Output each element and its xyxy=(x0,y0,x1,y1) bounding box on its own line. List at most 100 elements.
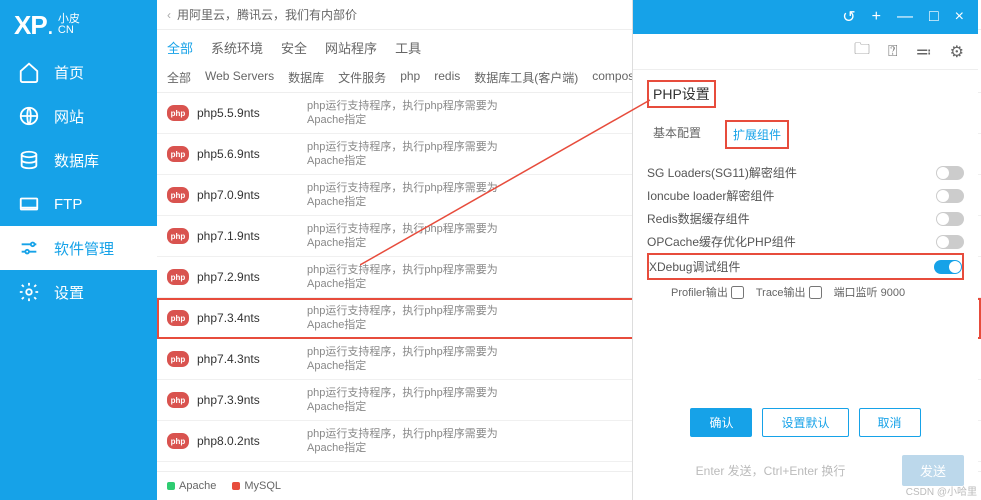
plus-icon[interactable]: + xyxy=(872,8,881,26)
cancel-button[interactable]: 取消 xyxy=(859,408,921,437)
category-tab[interactable]: 系统环境 xyxy=(211,38,263,63)
nav-item-gear[interactable]: 设置 xyxy=(0,270,157,314)
trace-checkbox[interactable]: Trace输出 xyxy=(756,284,822,300)
folder-icon[interactable]: 🗀 xyxy=(854,38,870,65)
software-name: php8.0.2nts xyxy=(197,434,307,448)
xdebug-options: Profiler输出 Trace输出 端口监听 9000 xyxy=(647,280,964,300)
status-apache: Apache xyxy=(167,480,216,492)
software-name: php7.4.3nts xyxy=(197,352,307,366)
logo-xp: XP xyxy=(14,10,47,41)
extension-item: OPCache缓存优化PHP组件 xyxy=(647,230,964,253)
extension-label: Redis数据缓存组件 xyxy=(647,210,936,227)
gear-icon xyxy=(18,281,40,303)
extension-toggle[interactable] xyxy=(936,235,964,249)
chevron-left-icon[interactable]: ‹ xyxy=(167,8,171,22)
nav-label: 网站 xyxy=(54,106,84,127)
panel-minimize-icon[interactable]: — xyxy=(897,8,913,26)
nav-item-globe[interactable]: 网站 xyxy=(0,94,157,138)
extension-toggle[interactable] xyxy=(936,212,964,226)
subtab[interactable]: php xyxy=(400,69,420,86)
php-icon: php xyxy=(167,392,189,408)
php-icon: php xyxy=(167,433,189,449)
extension-label: SG Loaders(SG11)解密组件 xyxy=(647,164,936,181)
watermark: CSDN @小哈里 xyxy=(906,483,977,498)
send-button[interactable]: 发送 xyxy=(902,455,964,486)
topbar-text: 用阿里云，腾讯云，我们有内部价 xyxy=(177,6,357,23)
extension-item: Redis数据缓存组件 xyxy=(647,207,964,230)
status-mysql: MySQL xyxy=(232,480,281,492)
extension-toggle[interactable] xyxy=(934,260,962,274)
category-tab[interactable]: 安全 xyxy=(281,38,307,63)
person-icon[interactable]: ⍰ xyxy=(888,43,898,61)
globe-icon xyxy=(18,105,40,127)
settings-icon[interactable]: ⚙ xyxy=(950,42,964,62)
extension-label: OPCache缓存优化PHP组件 xyxy=(647,233,936,250)
nav-label: FTP xyxy=(54,196,82,213)
php-icon: php xyxy=(167,228,189,244)
logo-dot: . xyxy=(47,10,54,41)
panel-close-icon[interactable]: × xyxy=(955,8,964,26)
home-icon xyxy=(18,61,40,83)
nav-item-home[interactable]: 首页 xyxy=(0,50,157,94)
logo: XP . 小皮 CN xyxy=(0,0,157,50)
database-icon xyxy=(18,149,40,171)
subtab[interactable]: 数据库 xyxy=(288,69,324,86)
nav-label: 首页 xyxy=(54,62,84,83)
panel-iconbar: 🗀 ⍰ ≕ ⚙ xyxy=(633,34,978,70)
status-dot-green-icon xyxy=(167,482,175,490)
category-tab[interactable]: 网站程序 xyxy=(325,38,377,63)
list-icon[interactable]: ≕ xyxy=(916,42,932,62)
php-icon: php xyxy=(167,105,189,121)
panel-titlebar: ↺ + — □ × xyxy=(633,0,978,34)
subtab[interactable]: redis xyxy=(434,69,460,86)
status-dot-red-icon xyxy=(232,482,240,490)
php-icon: php xyxy=(167,351,189,367)
nav-label: 设置 xyxy=(54,282,84,303)
logo-sub: 小皮 CN xyxy=(58,14,80,36)
port-label: 端口监听 9000 xyxy=(834,284,906,300)
category-tab[interactable]: 全部 xyxy=(167,38,193,63)
tab-basic[interactable]: 基本配置 xyxy=(647,120,707,149)
nav-item-sliders[interactable]: 软件管理 xyxy=(0,226,157,270)
software-name: php5.5.9nts xyxy=(197,106,307,120)
software-name: php7.0.9nts xyxy=(197,188,307,202)
php-icon: php xyxy=(167,146,189,162)
subtab[interactable]: Web Servers xyxy=(205,69,274,86)
extension-toggle[interactable] xyxy=(936,166,964,180)
nav-item-ftp[interactable]: FTP xyxy=(0,182,157,226)
settings-panel: ↺ + — □ × 🗀 ⍰ ≕ ⚙ PHP设置 基本配置 扩展组件 SG Loa… xyxy=(632,0,978,500)
history-icon[interactable]: ↺ xyxy=(842,7,855,27)
panel-tabs: 基本配置 扩展组件 xyxy=(647,120,964,149)
subtab[interactable]: 全部 xyxy=(167,69,191,86)
tab-extensions[interactable]: 扩展组件 xyxy=(725,120,789,149)
php-icon: php xyxy=(167,269,189,285)
panel-body: PHP设置 基本配置 扩展组件 SG Loaders(SG11)解密组件 Ion… xyxy=(633,70,978,398)
extension-item: Ioncube loader解密组件 xyxy=(647,184,964,207)
category-tab[interactable]: 工具 xyxy=(395,38,421,63)
panel-footer: 确认 设置默认 取消 xyxy=(633,398,978,447)
subtab[interactable]: 文件服务 xyxy=(338,69,386,86)
php-icon: php xyxy=(167,187,189,203)
extension-list: SG Loaders(SG11)解密组件 Ioncube loader解密组件 … xyxy=(647,161,964,280)
panel-maximize-icon[interactable]: □ xyxy=(929,8,939,26)
extension-label: Ioncube loader解密组件 xyxy=(647,187,936,204)
php-icon: php xyxy=(167,310,189,326)
default-button[interactable]: 设置默认 xyxy=(762,408,848,437)
software-name: php7.3.4nts xyxy=(197,311,307,325)
panel-heading: PHP设置 xyxy=(647,80,716,108)
extension-toggle[interactable] xyxy=(936,189,964,203)
ok-button[interactable]: 确认 xyxy=(690,408,752,437)
send-hint: Enter 发送，Ctrl+Enter 换行 xyxy=(647,462,894,479)
profiler-checkbox[interactable]: Profiler输出 xyxy=(671,284,744,300)
subtab[interactable]: 数据库工具(客户端) xyxy=(474,69,578,86)
nav-list: 首页网站数据库 FTP 软件管理设置 xyxy=(0,50,157,314)
software-name: php5.6.9nts xyxy=(197,147,307,161)
sliders-icon xyxy=(18,237,40,259)
software-name: php7.3.9nts xyxy=(197,393,307,407)
nav-label: 软件管理 xyxy=(54,238,114,259)
software-name: php7.1.9nts xyxy=(197,229,307,243)
extension-item: XDebug调试组件 xyxy=(647,253,964,280)
nav-item-database[interactable]: 数据库 xyxy=(0,138,157,182)
extension-item: SG Loaders(SG11)解密组件 xyxy=(647,161,964,184)
nav-label: 数据库 xyxy=(54,150,99,171)
